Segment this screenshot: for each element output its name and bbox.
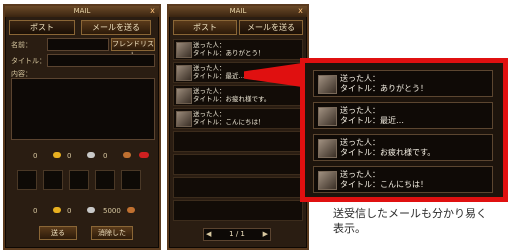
mail-title: タイトル：こんにちは！ <box>193 118 265 126</box>
next-page-icon[interactable]: ▶ <box>263 229 268 240</box>
attachment-slot[interactable] <box>17 170 37 190</box>
caption-line-1: 送受信したメールも分かり易く <box>333 207 487 220</box>
empty-mail-slot <box>173 154 303 175</box>
gold-amount[interactable]: 0 <box>33 152 37 160</box>
empty-mail-slot <box>173 177 303 198</box>
compose-title: MAIL <box>73 7 91 15</box>
mail-sender: 送った人： <box>340 170 380 179</box>
mail-title: タイトル：最近… <box>193 72 245 80</box>
zoomed-inbox-callout: 送った人： タイトル：ありがとう！ 送った人： タイトル：最近… 送った人： タ… <box>300 58 508 202</box>
silver-coin-icon <box>87 152 95 158</box>
copper-coin-icon <box>127 207 135 213</box>
mail-item[interactable]: 送った人： タイトル：こんにちは！ <box>173 108 303 129</box>
mail-sender: 送った人： <box>193 87 226 95</box>
friend-list-button[interactable]: フレンドリスト <box>111 38 155 59</box>
mail-sender: 送った人： <box>193 64 226 72</box>
postage-copper: 5000 <box>103 207 121 215</box>
mail-icon <box>318 139 337 158</box>
name-label: 名前： <box>11 41 32 49</box>
mail-title: タイトル：ありがとう！ <box>340 84 428 93</box>
close-icon[interactable]: x <box>296 6 305 16</box>
silver-coin-icon <box>87 207 95 213</box>
inbox-title: MAIL <box>229 7 247 15</box>
gold-coin-icon <box>53 207 61 213</box>
zoomed-mail-item: 送った人： タイトル：ありがとう！ <box>313 70 493 97</box>
zoomed-mail-item: 送った人： タイトル：お疲れ様です。 <box>313 134 493 161</box>
mail-sender: 送った人： <box>193 41 226 49</box>
close-icon[interactable]: x <box>148 6 157 16</box>
gold-coin-icon <box>53 152 61 158</box>
attachment-slot[interactable] <box>43 170 63 190</box>
content-textarea[interactable] <box>11 78 155 140</box>
zoomed-mail-item: 送った人： タイトル：こんにちは！ <box>313 166 493 193</box>
caption: 送受信したメールも分かり易く 表示。 <box>333 206 487 236</box>
attachment-slot[interactable] <box>69 170 89 190</box>
mail-title: タイトル：ありがとう！ <box>193 49 265 57</box>
cancel-button[interactable]: 消除した <box>91 226 133 240</box>
tab-post[interactable]: ポスト <box>9 20 75 35</box>
postage-silver: 0 <box>67 207 72 215</box>
mail-sender: 送った人： <box>340 106 380 115</box>
mail-item[interactable]: 送った人： タイトル：ありがとう！ <box>173 39 303 60</box>
copper-coin-icon <box>123 152 131 158</box>
title-field[interactable] <box>47 54 155 67</box>
postage-gold: 0 <box>33 207 38 215</box>
prev-page-icon[interactable]: ◀ <box>206 229 211 240</box>
silver-amount[interactable]: 0 <box>67 152 71 160</box>
name-field[interactable] <box>47 38 109 51</box>
mail-icon <box>318 171 337 190</box>
mail-title: タイトル：お疲れ様です。 <box>193 95 271 103</box>
copper-amount[interactable]: 0 <box>103 152 107 160</box>
tab-send-mail[interactable]: メールを送る <box>81 20 151 35</box>
inbox-mail-window: MAIL x ポスト メールを送る 送った人： タイトル：ありがとう！ 送った人… <box>167 4 309 250</box>
mail-title: タイトル：最近… <box>340 116 404 125</box>
mail-item[interactable]: 送った人： タイトル：お疲れ様です。 <box>173 85 303 106</box>
compose-title-bar: MAIL <box>5 6 159 17</box>
zoomed-mail-item: 送った人： タイトル：最近… <box>313 102 493 129</box>
caption-line-2: 表示。 <box>333 222 366 235</box>
mail-sender: 送った人： <box>193 110 226 118</box>
tab-send-mail[interactable]: メールを送る <box>239 20 303 35</box>
mail-title: タイトル：お疲れ様です。 <box>340 148 436 157</box>
compose-mail-window: MAIL x ポスト メールを送る 名前： フレンドリスト タイトル： 内容： … <box>3 4 161 250</box>
mail-icon <box>176 42 192 58</box>
mail-icon <box>176 111 192 127</box>
title-label: タイトル： <box>11 57 46 65</box>
mail-icon <box>176 65 192 81</box>
send-button[interactable]: 送る <box>39 226 77 240</box>
red-gem-icon[interactable] <box>139 152 149 158</box>
mail-icon <box>318 107 337 126</box>
page-indicator: 1 / 1 <box>229 230 245 238</box>
mail-sender: 送った人： <box>340 138 380 147</box>
mail-sender: 送った人： <box>340 74 380 83</box>
empty-mail-slot <box>173 200 303 221</box>
tab-post[interactable]: ポスト <box>173 20 237 35</box>
mail-icon <box>318 75 337 94</box>
attachment-slot[interactable] <box>121 170 141 190</box>
attachment-slot[interactable] <box>95 170 115 190</box>
inbox-title-bar: MAIL <box>169 6 307 17</box>
pagination: ◀ 1 / 1 ▶ <box>203 228 271 241</box>
mail-icon <box>176 88 192 104</box>
mail-title: タイトル：こんにちは！ <box>340 180 428 189</box>
empty-mail-slot <box>173 131 303 152</box>
